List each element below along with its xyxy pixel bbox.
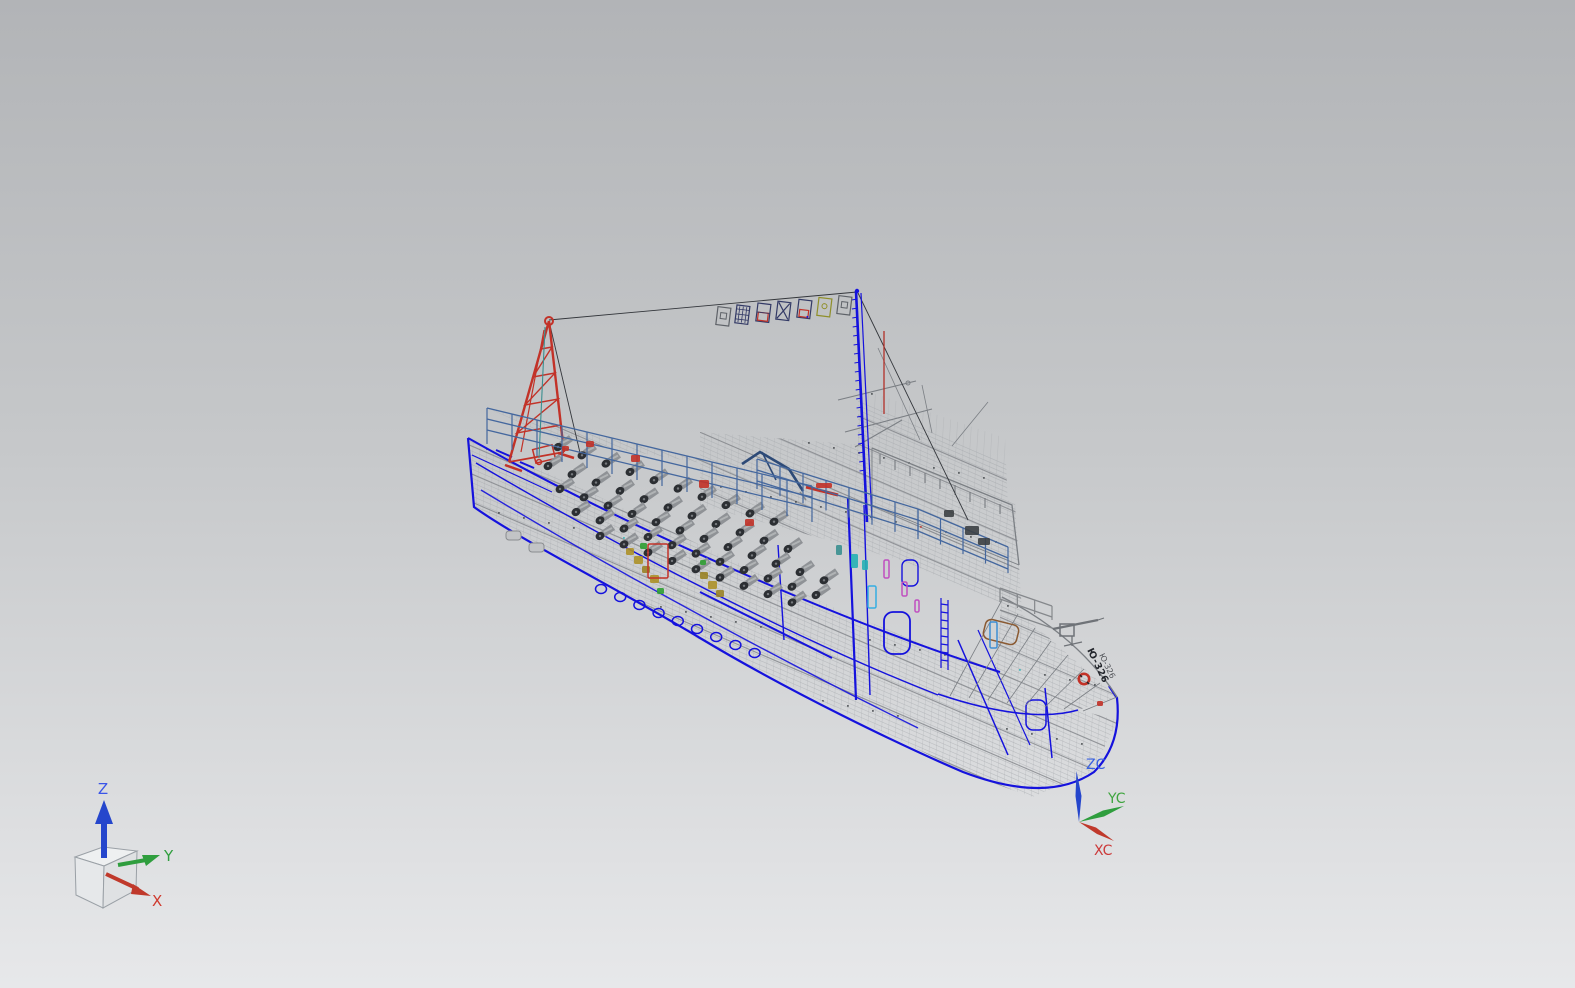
hatch-coaming bbox=[982, 618, 1020, 646]
signal-flag bbox=[817, 297, 832, 316]
wcs-yc-axis-arrow[interactable] bbox=[1079, 806, 1124, 822]
hull-outline bbox=[468, 438, 1118, 788]
wcs-yc-label: YC bbox=[1107, 791, 1126, 807]
signal-flag bbox=[756, 303, 771, 322]
y-axis-label: Y bbox=[163, 847, 174, 865]
bow-gun bbox=[1053, 618, 1104, 646]
cad-viewport[interactable]: Ю-326 Ю-326 ZC YC XC bbox=[0, 0, 1575, 988]
signal-flag bbox=[735, 305, 750, 324]
ship-wireframe-fill bbox=[441, 228, 1150, 988]
signal-flag bbox=[837, 296, 852, 315]
wcs-zc-label: ZC bbox=[1086, 757, 1106, 773]
wcs-xc-axis-arrow[interactable] bbox=[1079, 822, 1114, 841]
x-axis-label: X bbox=[152, 892, 162, 910]
z-axis-label: Z bbox=[98, 780, 108, 798]
signal-flag bbox=[716, 307, 731, 326]
signal-flag bbox=[797, 299, 812, 318]
ship-model[interactable]: Ю-326 Ю-326 bbox=[468, 289, 1118, 788]
signal-flags bbox=[716, 296, 852, 326]
signal-flag bbox=[776, 301, 791, 320]
wcs-xc-label: XC bbox=[1094, 843, 1113, 859]
view-cube-left-face bbox=[75, 857, 104, 908]
model-canvas[interactable]: Ю-326 Ю-326 ZC YC XC bbox=[0, 0, 1575, 988]
view-orientation-triad: Z Y X bbox=[75, 780, 174, 910]
